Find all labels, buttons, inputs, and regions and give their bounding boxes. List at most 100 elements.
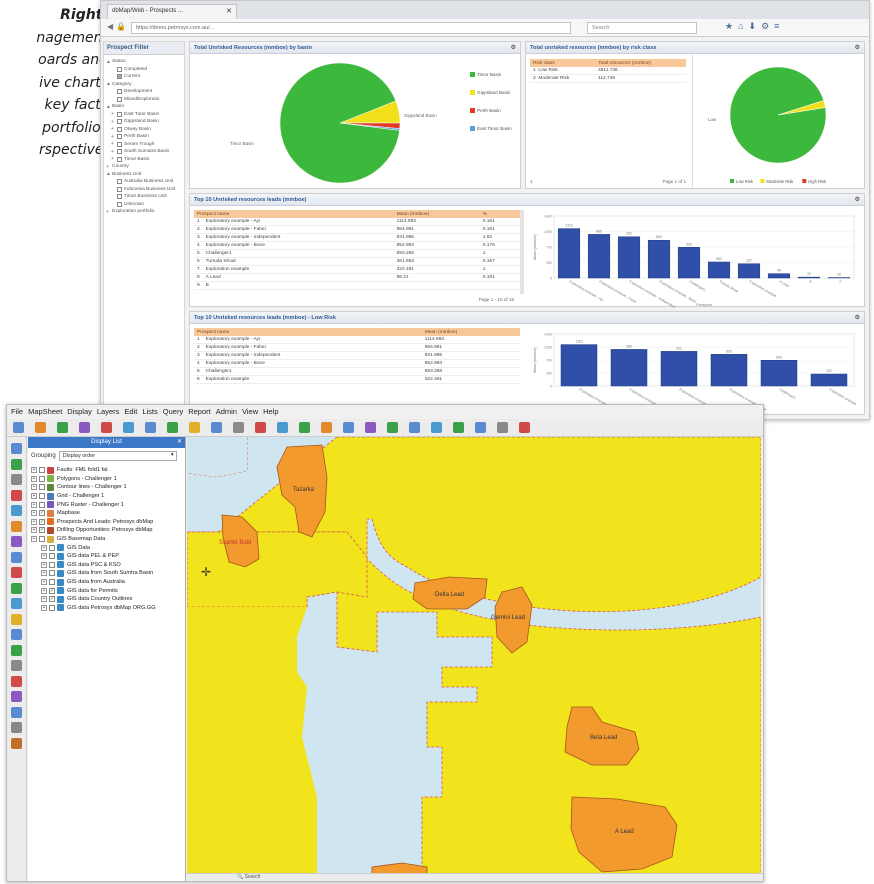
expand-icon[interactable]: +: [41, 544, 47, 551]
help-icon[interactable]: [519, 422, 530, 433]
filter-checkbox[interactable]: [117, 119, 122, 125]
layer-row[interactable]: + PNG Raster - Challenger 1: [31, 500, 182, 509]
table-icon[interactable]: [11, 536, 22, 547]
ruler-icon[interactable]: [497, 422, 508, 433]
save-icon[interactable]: [35, 422, 46, 433]
hash-icon[interactable]: [11, 722, 22, 733]
expand-icon[interactable]: +: [41, 579, 47, 586]
back-icon[interactable]: ◀: [107, 22, 116, 31]
column-header[interactable]: Prospect name: [194, 210, 394, 218]
open-icon[interactable]: [13, 422, 24, 433]
close-tab-icon[interactable]: ✕: [226, 7, 232, 15]
filter-row[interactable]: + Perth Basin: [106, 133, 182, 141]
layer-checkbox[interactable]: [39, 501, 45, 508]
column-header[interactable]: Mean (mmboe): [393, 210, 480, 218]
table-row[interactable]: 8 A Lead 98.21 0.191: [194, 273, 520, 282]
layer-row[interactable]: + GIS data from Australia: [31, 578, 182, 587]
table-row[interactable]: 9B: [194, 281, 520, 290]
expand-icon[interactable]: +: [41, 596, 47, 603]
layer-checkbox[interactable]: ✓: [49, 596, 55, 603]
filter-row[interactable]: Completed: [106, 66, 182, 74]
layer-checkbox[interactable]: [39, 475, 45, 482]
scrollbar[interactable]: [520, 210, 524, 294]
table-row[interactable]: 6 Exploration example 322.491: [194, 375, 520, 384]
grid-icon[interactable]: [233, 422, 244, 433]
layer-checkbox[interactable]: ✓: [39, 527, 45, 534]
gear-icon[interactable]: ⚙: [855, 44, 860, 51]
column-header[interactable]: %: [479, 210, 520, 218]
zoom-out-icon[interactable]: [167, 422, 178, 433]
layer-row[interactable]: + GIS Data: [31, 543, 182, 552]
browser-tab[interactable]: dbMap/Web - Prospects ... ✕: [107, 4, 237, 19]
filter-checkbox[interactable]: [117, 194, 122, 200]
settings-icon[interactable]: ⚙: [761, 21, 774, 31]
table-row[interactable]: 4 Exploratory example - Bone 852.993: [194, 359, 520, 368]
filter-checkbox[interactable]: [117, 149, 122, 155]
filter-row[interactable]: ▲ Category: [106, 81, 182, 89]
filter-checkbox[interactable]: [117, 186, 122, 192]
menu-item-help[interactable]: Help: [263, 407, 278, 416]
expand-icon[interactable]: +: [41, 587, 47, 594]
filter-row[interactable]: + Gippsland Basin: [106, 118, 182, 126]
filter-row[interactable]: Unknown: [106, 201, 182, 209]
filter-row[interactable]: + Country: [106, 163, 182, 171]
filter-checkbox[interactable]: [117, 111, 122, 117]
filter-checkbox[interactable]: [117, 179, 122, 185]
layer-row[interactable]: + Contour lines - Challenger 1: [31, 483, 182, 492]
cut-icon[interactable]: [101, 422, 112, 433]
expand-icon[interactable]: +: [41, 604, 47, 611]
chart-icon[interactable]: [431, 422, 442, 433]
layer-checkbox[interactable]: [49, 579, 55, 586]
gear-icon[interactable]: ⚙: [511, 44, 516, 51]
table-row[interactable]: 4 Exploratory example - Bone 852.993 0.175: [194, 241, 520, 250]
layer-checkbox[interactable]: [49, 604, 55, 611]
filter-checkbox[interactable]: [117, 96, 122, 102]
layer-row[interactable]: + Polygons - Challenger 1: [31, 475, 182, 484]
globe-icon[interactable]: [11, 582, 22, 594]
database-icon[interactable]: [11, 613, 22, 625]
print-icon[interactable]: [57, 422, 68, 433]
filter-row[interactable]: + Seram Trough: [106, 141, 182, 149]
layers-tool-icon[interactable]: [11, 443, 22, 454]
copy-icon[interactable]: [79, 422, 90, 433]
expand-icon[interactable]: +: [31, 536, 37, 543]
file-icon[interactable]: [11, 660, 22, 671]
close-icon[interactable]: ✕: [177, 438, 182, 445]
layer-row[interactable]: + ✓ GIS data Country Outlines: [31, 595, 182, 604]
column-header[interactable]: Risk class: [530, 59, 596, 67]
gear-icon[interactable]: ⚙: [855, 314, 860, 321]
expand-icon[interactable]: +: [31, 484, 37, 491]
identify-icon[interactable]: [321, 422, 332, 433]
layer-checkbox[interactable]: [39, 484, 45, 491]
leaf-icon[interactable]: [11, 644, 22, 656]
filter-checkbox[interactable]: [117, 74, 122, 80]
table-icon[interactable]: [387, 422, 398, 433]
expand-icon[interactable]: +: [31, 467, 37, 474]
table-row[interactable]: 3 Exploratory example - Independent 931.99…: [194, 233, 520, 242]
layer-checkbox[interactable]: [39, 536, 45, 543]
table-row[interactable]: 1 Exploratory example - Ayi 1114.883 0.161: [194, 218, 520, 226]
menu-item-view[interactable]: View: [242, 407, 258, 416]
expand-icon[interactable]: +: [31, 475, 37, 482]
table-row[interactable]: 5 Challenger1 693.268: [194, 367, 520, 376]
layer-row[interactable]: + Faults: FML fold1 fal: [31, 466, 182, 475]
filter-row[interactable]: ▲ Basin: [106, 103, 182, 111]
layer-row[interactable]: + Grid - Challenger 1: [31, 492, 182, 501]
zoom-in-icon[interactable]: [145, 422, 156, 433]
filter-row[interactable]: + East Tutor Basin: [106, 111, 182, 119]
filter-checkbox[interactable]: [117, 141, 122, 147]
table-row[interactable]: 6 Turtuda Shoal 361.663 0.157: [194, 257, 520, 266]
layer-checkbox[interactable]: ✓: [39, 510, 45, 517]
table-row[interactable]: 2 Moderate Risk 112.736: [530, 74, 686, 83]
photo-icon[interactable]: [11, 598, 22, 609]
download-icon[interactable]: ⬇: [749, 21, 762, 31]
filter-row[interactable]: Mixed/Exploratio: [106, 96, 182, 104]
layer-checkbox[interactable]: ✓: [39, 518, 45, 525]
table-row[interactable]: 1 Exploratory example - Ayi 1114.883: [194, 336, 520, 344]
layer-row[interactable]: + ✓ GIS data for Permits: [31, 586, 182, 595]
settings-icon[interactable]: [11, 489, 22, 501]
map-canvas[interactable]: Tazarka Scarlet Bold Delta Lead Gemini L…: [187, 437, 761, 877]
layer-checkbox[interactable]: [39, 493, 45, 500]
book-icon[interactable]: [11, 691, 22, 702]
table-row[interactable]: 2 Exploratory example - Fahei 984.991 0.161: [194, 225, 520, 234]
